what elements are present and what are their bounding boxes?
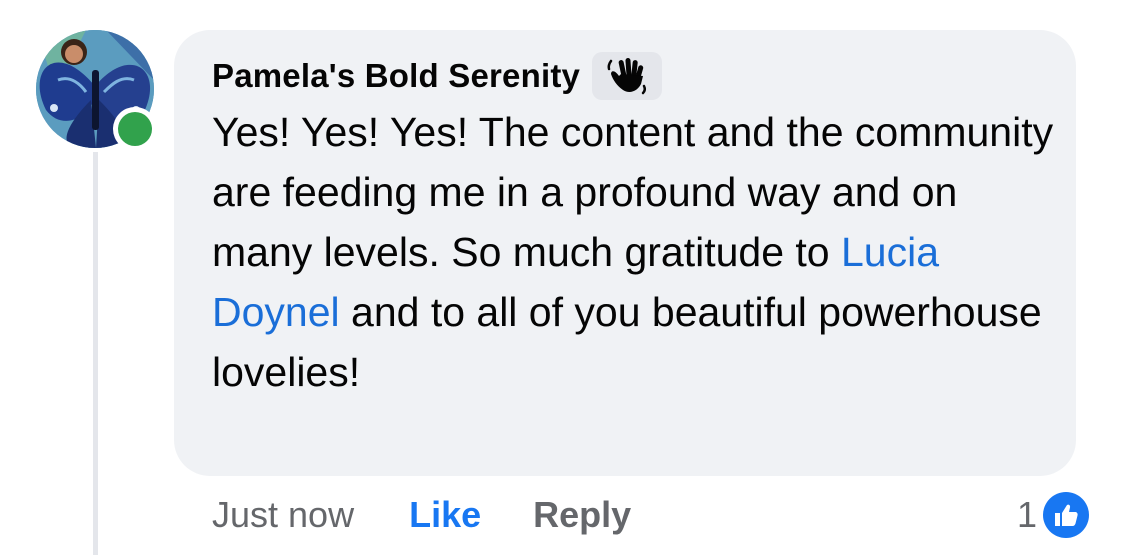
like-button[interactable]: Like bbox=[409, 494, 481, 536]
author-name[interactable]: Pamela's Bold Serenity bbox=[212, 57, 580, 95]
online-status-dot bbox=[118, 112, 152, 146]
reaction-summary[interactable]: 1 bbox=[1017, 490, 1089, 540]
comment-text: Yes! Yes! Yes! The content and the commu… bbox=[212, 102, 1062, 402]
comment-actions: Just now Like Reply bbox=[212, 490, 631, 540]
author-avatar[interactable] bbox=[36, 30, 154, 148]
waving-hand-icon[interactable] bbox=[592, 52, 663, 100]
reaction-count: 1 bbox=[1016, 494, 1037, 535]
thumbs-up-icon bbox=[1043, 492, 1089, 538]
comment-header: Pamela's Bold Serenity bbox=[212, 52, 663, 100]
comment-timestamp[interactable]: Just now bbox=[212, 494, 354, 536]
reply-thread-line bbox=[93, 152, 98, 555]
reply-button[interactable]: Reply bbox=[533, 494, 631, 536]
